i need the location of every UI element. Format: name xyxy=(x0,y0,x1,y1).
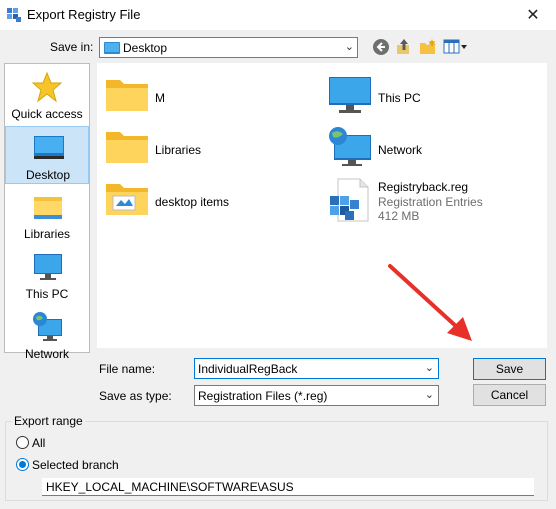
annotation-arrow xyxy=(388,264,472,341)
